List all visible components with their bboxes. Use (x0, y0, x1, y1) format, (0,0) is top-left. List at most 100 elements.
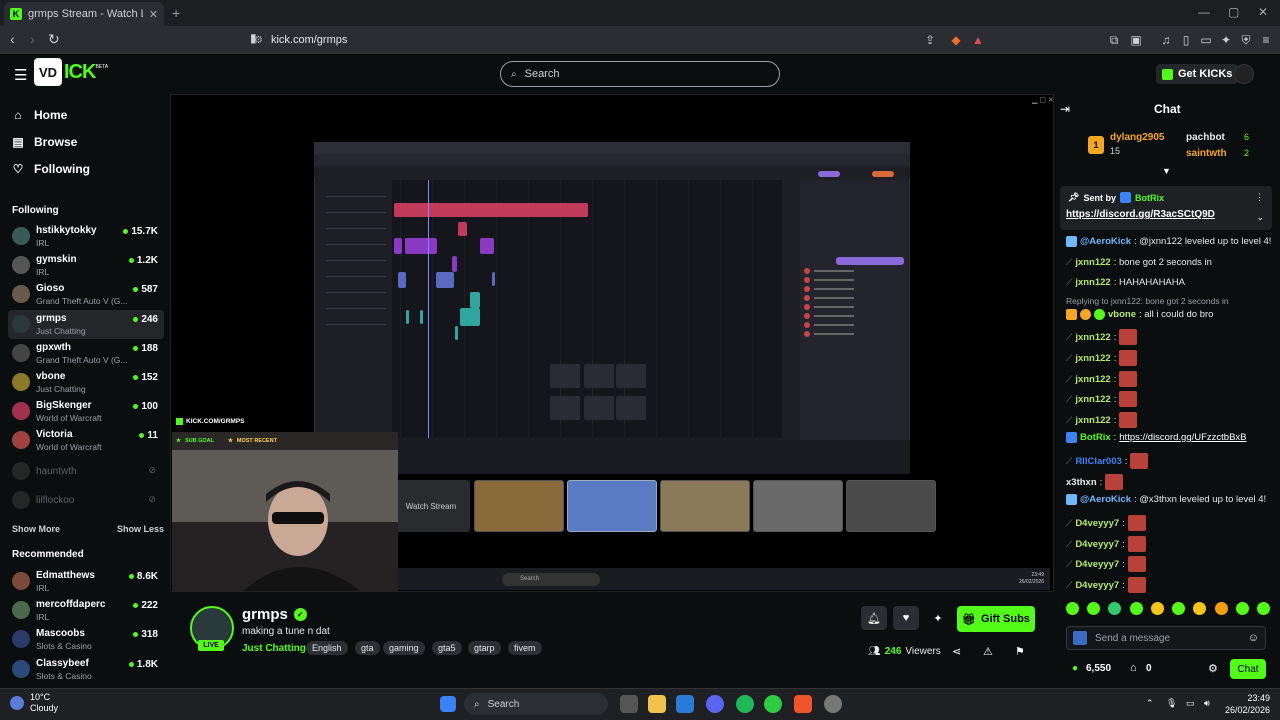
stream-tag[interactable]: gaming (383, 641, 425, 655)
menu-icon[interactable]: ≡ (1258, 32, 1274, 48)
sidebar-channel-bigskenger[interactable]: BigSkenger World of Warcraft 100 (8, 397, 164, 426)
chat-input[interactable]: Send a message ☺ (1066, 626, 1266, 650)
chat-username[interactable]: D4veyyy7 (1075, 539, 1119, 550)
sidebar-channel-mascoobs[interactable]: Mascoobs Slots & Casino 318 (8, 625, 164, 654)
clip-button[interactable]: ✦ (925, 606, 951, 630)
chat-username[interactable]: jxnn122 (1075, 374, 1110, 385)
reload-icon[interactable]: ↻ (48, 31, 60, 48)
task-view-icon[interactable] (620, 695, 638, 713)
sidebar-channel-offline[interactable]: hauntwth ⊘ (8, 457, 164, 486)
emote-icon[interactable] (1214, 602, 1228, 615)
kicks-balance[interactable]: 6,550 (1086, 663, 1111, 674)
chat-username[interactable]: jxnn122 (1075, 394, 1110, 405)
chat-username[interactable]: D4veyyy7 (1075, 518, 1119, 529)
leaderboard-expand-icon[interactable]: ▼ (1162, 166, 1171, 176)
emote-icon[interactable] (1087, 602, 1101, 615)
obs-icon[interactable] (824, 695, 842, 713)
chat-username[interactable]: jxnn122 (1075, 353, 1110, 364)
store-icon[interactable] (676, 695, 694, 713)
sidebar-channel-mercoffdaperc[interactable]: mercoffdaperc IRL 222 (8, 596, 164, 625)
chat-username[interactable]: BotRix (1080, 432, 1111, 443)
taskbar-clock[interactable]: 23:49 26/02/2026 (1225, 692, 1270, 716)
brave-shield-icon[interactable]: ◆ (948, 32, 964, 48)
sidebar-channel-vbone[interactable]: vbone Just Chatting 152 (8, 368, 164, 397)
vpn-icon[interactable]: ⛨ (1238, 32, 1254, 48)
chat-username[interactable]: RllClar003 (1075, 456, 1121, 467)
user-avatar[interactable] (1234, 64, 1254, 84)
sidebar-channel-gymskin[interactable]: gymskin IRL 1.2K (8, 251, 164, 280)
emoji-icon[interactable]: ☺ (1248, 632, 1259, 644)
forward-icon[interactable]: › (30, 31, 35, 47)
chat-message[interactable]: ⟋ jxnn122: HAHAHAHAHA (1066, 277, 1185, 288)
url-field[interactable]: ⚙ kick.com/grmps (246, 29, 996, 51)
chat-username[interactable]: @AeroKick (1080, 236, 1131, 247)
follow-button[interactable]: ♥ (893, 606, 919, 630)
collapse-chat-icon[interactable]: ⇥ (1060, 102, 1070, 116)
emote-icon[interactable] (1066, 602, 1079, 615)
sidebar-channel-victoria[interactable]: Victoria World of Warcraft 11 (8, 426, 164, 455)
new-tab-icon[interactable]: + (172, 5, 180, 21)
back-icon[interactable]: ‹ (10, 31, 15, 47)
maximize-icon[interactable]: ▢ (1228, 5, 1239, 19)
emote-icon[interactable] (1256, 602, 1270, 615)
sidebar-channel-gioso[interactable]: Gioso Grand Theft Auto V (G... 587 (8, 280, 164, 309)
chat-username[interactable]: vbone (1108, 309, 1136, 320)
send-chat-button[interactable]: Chat (1230, 659, 1266, 679)
share-icon[interactable]: ⋖ (952, 645, 961, 658)
minimize-icon[interactable]: — (1198, 5, 1210, 19)
chat-username[interactable]: jxnn122 (1075, 332, 1110, 343)
share-icon[interactable]: ⇪ (922, 32, 938, 48)
chat-message[interactable]: ⟋ D4veyyy7: (1066, 577, 1146, 593)
chat-message[interactable]: @AeroKick: @x3thxn leveled up to level 4… (1066, 494, 1266, 505)
emote-icon[interactable] (1193, 602, 1207, 615)
chat-message[interactable]: ⟋ jxnn122: (1066, 350, 1138, 366)
pinned-link[interactable]: https://discord.gg/R3acSCtQ9D (1066, 209, 1215, 220)
show-less-button[interactable]: Show Less (117, 524, 164, 534)
emote-icon[interactable] (1235, 602, 1249, 615)
screenshot-icon[interactable]: ▣ (1128, 32, 1144, 48)
kick-emote-icon[interactable] (1073, 631, 1087, 645)
volume-icon[interactable]: 🔊︎ (1204, 698, 1210, 709)
mod-icon[interactable]: ⚑ (1015, 645, 1025, 658)
stream-tag[interactable]: fivem (508, 641, 542, 655)
wallet-icon[interactable]: ▭ (1198, 32, 1214, 48)
chat-message[interactable]: ⟋ D4veyyy7: (1066, 536, 1146, 552)
sidebar-toggle-icon[interactable]: ▯ (1178, 32, 1194, 48)
brave-icon[interactable] (794, 695, 812, 713)
sidebar-channel-classybeef[interactable]: Classybeef Slots & Casino 1.8K (8, 655, 164, 684)
brave-rewards-icon[interactable]: ▲ (970, 32, 986, 48)
chat-message[interactable]: vbone: all i could do bro (1066, 309, 1213, 320)
nav-home[interactable]: ⌂ Home (12, 108, 67, 122)
chat-message[interactable]: ⟋ jxnn122: bone got 2 seconds in (1066, 257, 1212, 268)
media-icon[interactable]: ♫ (1158, 32, 1174, 48)
chat-username[interactable]: jxnn122 (1075, 415, 1110, 426)
chat-message[interactable]: x3thxn: (1066, 474, 1124, 490)
app-icon[interactable] (764, 695, 782, 713)
get-kicks-button[interactable]: Get KICKs (1156, 64, 1239, 84)
chat-message[interactable]: ⟋ RllClar003: (1066, 453, 1149, 469)
start-icon[interactable] (440, 696, 456, 712)
leo-ai-icon[interactable]: ✦ (1218, 32, 1234, 48)
search-input[interactable]: ⌕ Search (500, 61, 780, 87)
chat-username[interactable]: @AeroKick (1080, 494, 1131, 505)
nav-following[interactable]: ♡ Following (12, 162, 90, 176)
extensions-icon[interactable]: ⧉ (1106, 32, 1122, 48)
stream-tag[interactable]: English (306, 641, 348, 655)
chat-username[interactable]: jxnn122 (1075, 257, 1110, 268)
chat-username[interactable]: x3thxn (1066, 477, 1097, 488)
chat-username[interactable]: jxnn122 (1075, 277, 1110, 288)
stream-tag[interactable]: gta5 (432, 641, 462, 655)
emote-icon[interactable] (1172, 602, 1186, 615)
close-tab-icon[interactable]: ✕ (149, 8, 158, 21)
network-icon[interactable]: ▭ (1186, 698, 1195, 709)
tray-overflow-icon[interactable]: ⌃ (1146, 698, 1154, 709)
chat-message[interactable]: @AeroKick: @jxnn122 leveled up to level … (1066, 236, 1271, 247)
stream-tag[interactable]: gta (355, 641, 380, 655)
sidebar-channel-hstikkytokky[interactable]: hstikkytokky IRL 15.7K (8, 222, 164, 251)
chat-message[interactable]: ⟋ D4veyyy7: (1066, 556, 1146, 572)
emote-icon[interactable] (1150, 602, 1164, 615)
chat-settings-icon[interactable]: ⚙ (1208, 662, 1218, 675)
chat-message[interactable]: ⟋ jxnn122: (1066, 412, 1138, 428)
leader-1-name[interactable]: dylang2905 (1110, 132, 1164, 143)
leader-2-name[interactable]: pachbot (1186, 132, 1225, 143)
